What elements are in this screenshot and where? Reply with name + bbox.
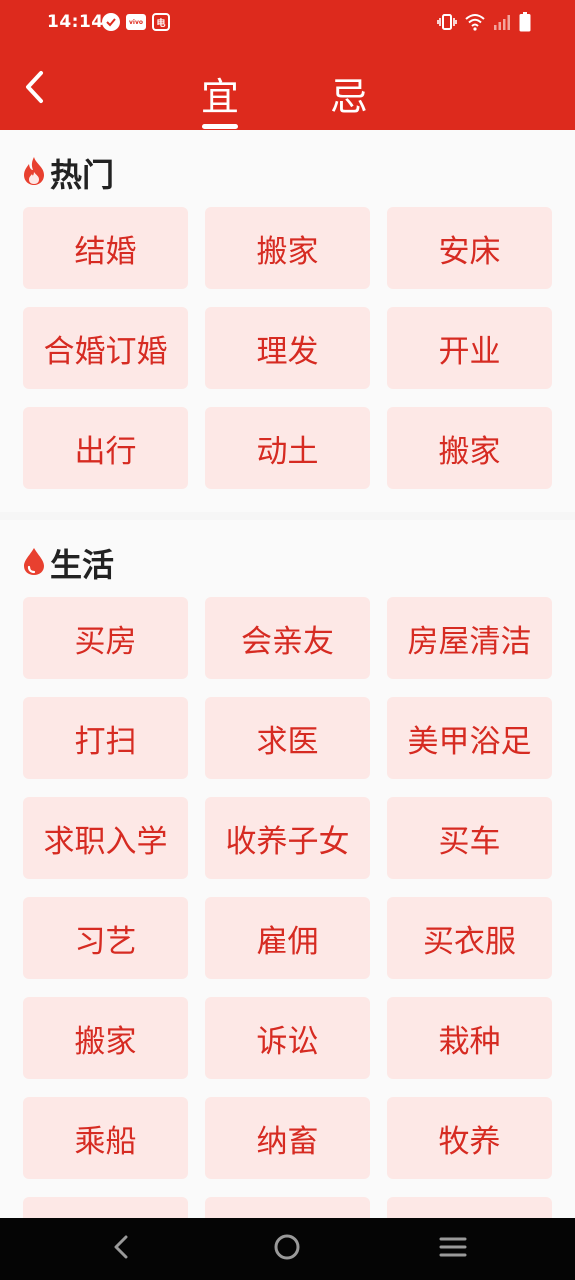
life-item[interactable]: 求医 bbox=[205, 697, 370, 779]
active-tab-indicator bbox=[202, 124, 238, 129]
life-item[interactable]: 打扫 bbox=[23, 697, 188, 779]
hot-item[interactable]: 合婚订婚 bbox=[23, 307, 188, 389]
hot-item[interactable]: 结婚 bbox=[23, 207, 188, 289]
life-items-grid: 买房 会亲友 房屋清洁 打扫 求医 美甲浴足 求职入学 收养子女 买车 习艺 雇… bbox=[23, 597, 552, 1279]
life-item[interactable]: 收养子女 bbox=[205, 797, 370, 879]
notification-icons: vivo 电 bbox=[102, 13, 170, 31]
back-icon bbox=[112, 1234, 130, 1264]
chevron-left-icon bbox=[23, 70, 45, 108]
hot-item[interactable]: 安床 bbox=[387, 207, 552, 289]
life-item[interactable]: 求职入学 bbox=[23, 797, 188, 879]
hot-item[interactable]: 搬家 bbox=[387, 407, 552, 489]
drop-icon bbox=[22, 546, 46, 580]
vivo-icon: vivo bbox=[126, 14, 146, 30]
life-item[interactable]: 栽种 bbox=[387, 997, 552, 1079]
top-app-bar: 14:14 vivo 电 宜 忌 bbox=[0, 0, 575, 130]
hot-item[interactable]: 搬家 bbox=[205, 207, 370, 289]
battery-icon bbox=[519, 12, 531, 36]
life-item[interactable]: 纳畜 bbox=[205, 1097, 370, 1179]
nav-home-button[interactable] bbox=[270, 1232, 304, 1266]
app-notification-icon: 电 bbox=[152, 13, 170, 31]
hot-items-grid: 结婚 搬家 安床 合婚订婚 理发 开业 出行 动土 搬家 bbox=[23, 207, 552, 489]
life-item[interactable]: 雇佣 bbox=[205, 897, 370, 979]
wifi-icon bbox=[465, 13, 485, 35]
flame-icon bbox=[22, 156, 46, 190]
status-time: 14:14 bbox=[47, 12, 104, 32]
nav-back-button[interactable] bbox=[104, 1232, 138, 1266]
hot-section-title: 热门 bbox=[50, 156, 115, 194]
life-section-title: 生活 bbox=[50, 546, 115, 584]
life-item[interactable]: 买衣服 bbox=[387, 897, 552, 979]
life-item[interactable]: 诉讼 bbox=[205, 997, 370, 1079]
tab-yi[interactable]: 宜 bbox=[180, 66, 260, 126]
menu-icon bbox=[439, 1235, 467, 1263]
life-item[interactable]: 买车 bbox=[387, 797, 552, 879]
hot-item[interactable]: 出行 bbox=[23, 407, 188, 489]
life-item[interactable]: 房屋清洁 bbox=[387, 597, 552, 679]
hot-section-header: 热门 bbox=[22, 150, 114, 196]
system-nav-bar bbox=[0, 1218, 575, 1280]
life-section-header: 生活 bbox=[22, 540, 114, 586]
status-bar: 14:14 vivo 电 bbox=[0, 0, 575, 48]
life-item[interactable]: 乘船 bbox=[23, 1097, 188, 1179]
life-item[interactable]: 买房 bbox=[23, 597, 188, 679]
hot-item[interactable]: 开业 bbox=[387, 307, 552, 389]
check-circle-icon bbox=[102, 13, 120, 31]
vibrate-icon bbox=[437, 13, 457, 35]
life-item[interactable]: 会亲友 bbox=[205, 597, 370, 679]
back-button[interactable] bbox=[14, 64, 54, 114]
home-icon bbox=[273, 1233, 301, 1265]
hot-item[interactable]: 理发 bbox=[205, 307, 370, 389]
nav-menu-button[interactable] bbox=[436, 1232, 470, 1266]
hot-item[interactable]: 动土 bbox=[205, 407, 370, 489]
life-section: 生活 买房 会亲友 房屋清洁 打扫 求医 美甲浴足 求职入学 收养子女 买车 习… bbox=[0, 520, 575, 1279]
life-item[interactable]: 牧养 bbox=[387, 1097, 552, 1179]
life-item[interactable]: 搬家 bbox=[23, 997, 188, 1079]
life-item[interactable]: 习艺 bbox=[23, 897, 188, 979]
tab-ji[interactable]: 忌 bbox=[309, 66, 389, 126]
life-item[interactable]: 美甲浴足 bbox=[387, 697, 552, 779]
signal-icon bbox=[493, 13, 511, 35]
hot-section: 热门 结婚 搬家 安床 合婚订婚 理发 开业 出行 动土 搬家 bbox=[0, 130, 575, 512]
system-icons bbox=[437, 12, 531, 36]
